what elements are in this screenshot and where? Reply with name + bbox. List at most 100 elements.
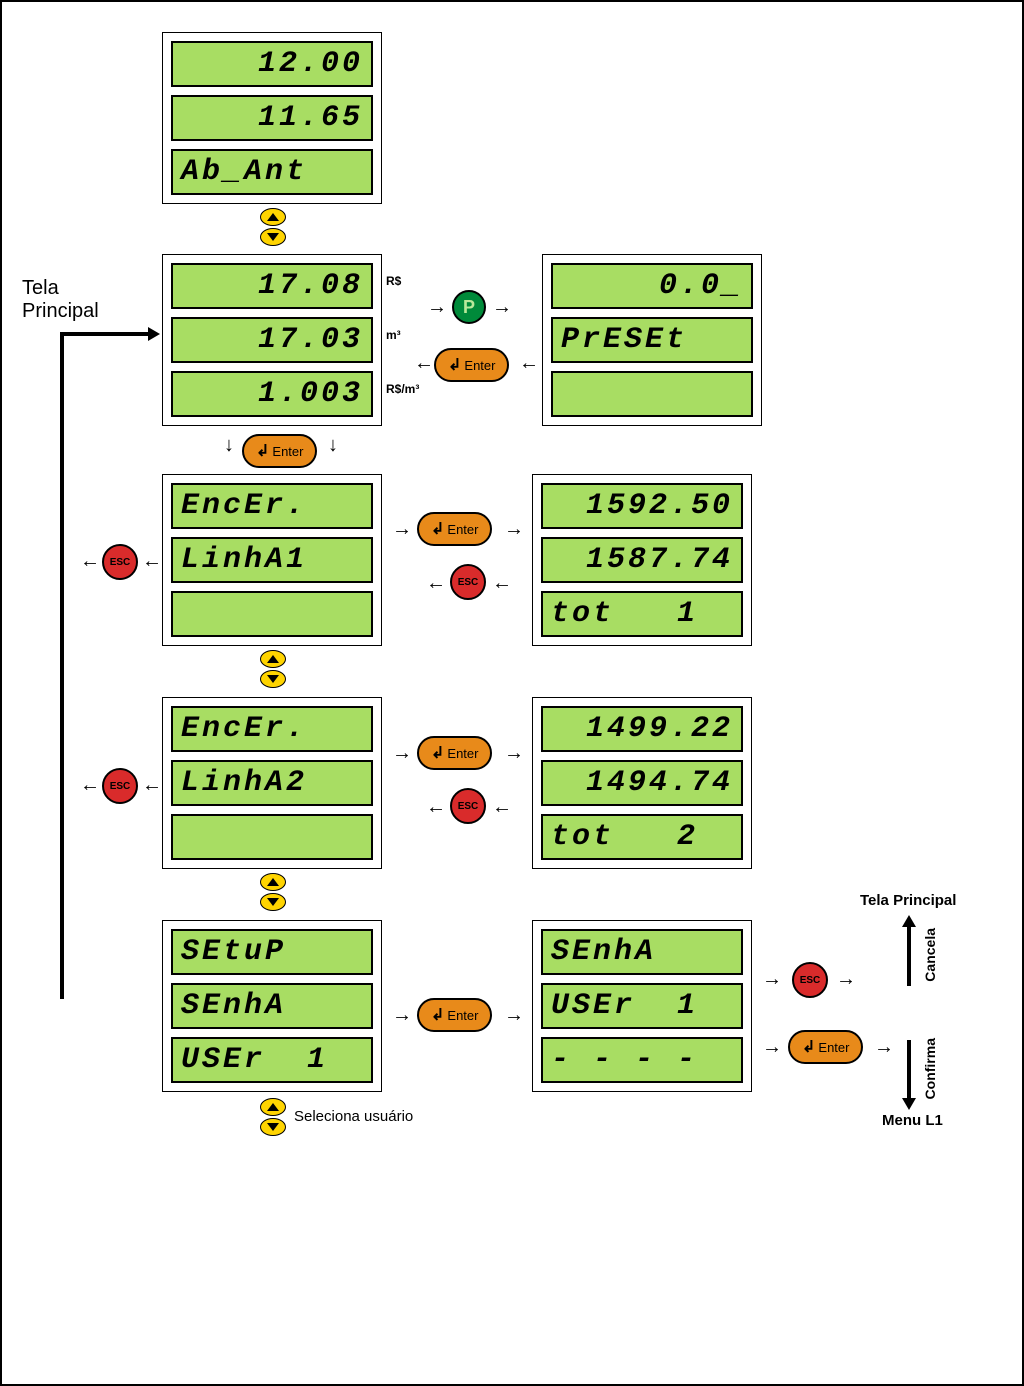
enter-arrow-icon: ↲ xyxy=(431,743,444,763)
lcd: - - - - xyxy=(541,1037,743,1083)
lcd: SEnhA xyxy=(541,929,743,975)
arrow-left-icon: ← xyxy=(414,352,434,375)
enter-arrow-icon: ↲ xyxy=(448,355,461,375)
esc-button[interactable]: ESC xyxy=(792,962,828,998)
lcd: SEnhA xyxy=(171,983,373,1029)
panel-setup: SEtuP SEnhA USEr 1 xyxy=(162,920,382,1092)
arrow-right-icon: → xyxy=(427,296,447,319)
enter-button[interactable]: ↲ Enter xyxy=(417,998,492,1032)
enter-arrow-icon: ↲ xyxy=(256,441,269,461)
enter-arrow-icon: ↲ xyxy=(431,1005,444,1025)
arrow-down-icon: ↓ xyxy=(328,434,338,457)
lcd: 11.65 xyxy=(171,95,373,141)
arrow-left-icon: ← xyxy=(519,352,539,375)
enter-arrow-icon: ↲ xyxy=(431,519,444,539)
arrowhead-up-icon xyxy=(902,915,916,927)
lcd: 1592.50 xyxy=(541,483,743,529)
lcd: 1494.74 xyxy=(541,760,743,806)
lcd xyxy=(171,814,373,860)
panel-encer2: EncEr. LinhA2 xyxy=(162,697,382,869)
enter-label: Enter xyxy=(447,1008,478,1023)
panel-ab-ant: 12.00 11.65 Ab_Ant xyxy=(162,32,382,204)
main-return-arrowhead xyxy=(148,327,160,341)
confirm-line xyxy=(907,1040,911,1100)
enter-label: Enter xyxy=(818,1040,849,1055)
enter-button[interactable]: ↲ Enter xyxy=(434,348,509,382)
lcd: 1499.22 xyxy=(541,706,743,752)
arrow-right-icon: → xyxy=(874,1036,894,1059)
panel-senha: SEnhA USEr 1 - - - - xyxy=(532,920,752,1092)
seleciona-usuario-label: Seleciona usuário xyxy=(294,1108,413,1125)
arrow-right-icon: → xyxy=(392,1004,412,1027)
nav-updown[interactable] xyxy=(260,873,286,913)
lcd: EncEr. xyxy=(171,706,373,752)
down-icon xyxy=(260,893,286,911)
panel-encer1: EncEr. LinhA1 xyxy=(162,474,382,646)
lcd: USEr 1 xyxy=(171,1037,373,1083)
unit-m3: m³ xyxy=(386,328,401,342)
tela-principal-label: Tela Principal xyxy=(22,277,99,323)
enter-label: Enter xyxy=(272,444,303,459)
lcd: 1.003 xyxy=(171,371,373,417)
arrow-right-icon: → xyxy=(762,968,782,991)
enter-button[interactable]: ↲ Enter xyxy=(417,512,492,546)
arrow-left-icon: ← xyxy=(492,572,512,595)
enter-button[interactable]: ↲ Enter xyxy=(788,1030,863,1064)
lcd: Ab_Ant xyxy=(171,149,373,195)
arrow-left-icon: ← xyxy=(80,550,100,573)
main-return-line-h xyxy=(60,332,150,336)
lcd: SEtuP xyxy=(171,929,373,975)
lcd: 17.08 xyxy=(171,263,373,309)
panel-preset: 0.0_ PrESEt xyxy=(542,254,762,426)
lcd xyxy=(171,591,373,637)
tela-principal-small: Tela Principal xyxy=(860,892,956,909)
panel-tot2: 1499.22 1494.74 tot 2 xyxy=(532,697,752,869)
up-icon xyxy=(260,873,286,891)
arrow-down-icon: ↓ xyxy=(224,434,234,457)
enter-label: Enter xyxy=(464,358,495,373)
up-icon xyxy=(260,1098,286,1116)
arrow-right-icon: → xyxy=(392,742,412,765)
enter-button[interactable]: ↲ Enter xyxy=(417,736,492,770)
arrow-right-icon: → xyxy=(504,742,524,765)
lcd xyxy=(551,371,753,417)
lcd: USEr 1 xyxy=(541,983,743,1029)
arrow-right-icon: → xyxy=(504,1004,524,1027)
esc-button[interactable]: ESC xyxy=(102,768,138,804)
arrow-right-icon: → xyxy=(504,518,524,541)
up-icon xyxy=(260,650,286,668)
lcd: LinhA1 xyxy=(171,537,373,583)
p-button[interactable]: P xyxy=(452,290,486,324)
arrow-left-icon: ← xyxy=(142,550,162,573)
esc-button[interactable]: ESC xyxy=(450,788,486,824)
menu-flow-diagram: Tela Principal 12.00 11.65 Ab_Ant 17.08 … xyxy=(0,0,1024,1386)
unit-rs: R$ xyxy=(386,274,401,288)
arrow-left-icon: ← xyxy=(80,774,100,797)
arrow-right-icon: → xyxy=(392,518,412,541)
nav-updown[interactable] xyxy=(260,208,286,248)
esc-button[interactable]: ESC xyxy=(102,544,138,580)
lcd: PrESEt xyxy=(551,317,753,363)
arrow-right-icon: → xyxy=(492,296,512,319)
arrow-left-icon: ← xyxy=(426,572,446,595)
enter-label: Enter xyxy=(447,746,478,761)
esc-button[interactable]: ESC xyxy=(450,564,486,600)
panel-main: 17.08 17.03 1.003 xyxy=(162,254,382,426)
cancel-line xyxy=(907,926,911,986)
up-icon xyxy=(260,208,286,226)
down-icon xyxy=(260,1118,286,1136)
lcd: tot 1 xyxy=(541,591,743,637)
lcd: tot 2 xyxy=(541,814,743,860)
lcd: 17.03 xyxy=(171,317,373,363)
menu-l1-label: Menu L1 xyxy=(882,1112,943,1129)
lcd: LinhA2 xyxy=(171,760,373,806)
arrowhead-down-icon xyxy=(902,1098,916,1110)
arrow-left-icon: ← xyxy=(492,796,512,819)
down-icon xyxy=(260,670,286,688)
arrow-left-icon: ← xyxy=(142,774,162,797)
nav-updown[interactable] xyxy=(260,650,286,690)
nav-updown[interactable] xyxy=(260,1098,286,1138)
enter-button[interactable]: ↲ Enter xyxy=(242,434,317,468)
down-icon xyxy=(260,228,286,246)
lcd: 1587.74 xyxy=(541,537,743,583)
